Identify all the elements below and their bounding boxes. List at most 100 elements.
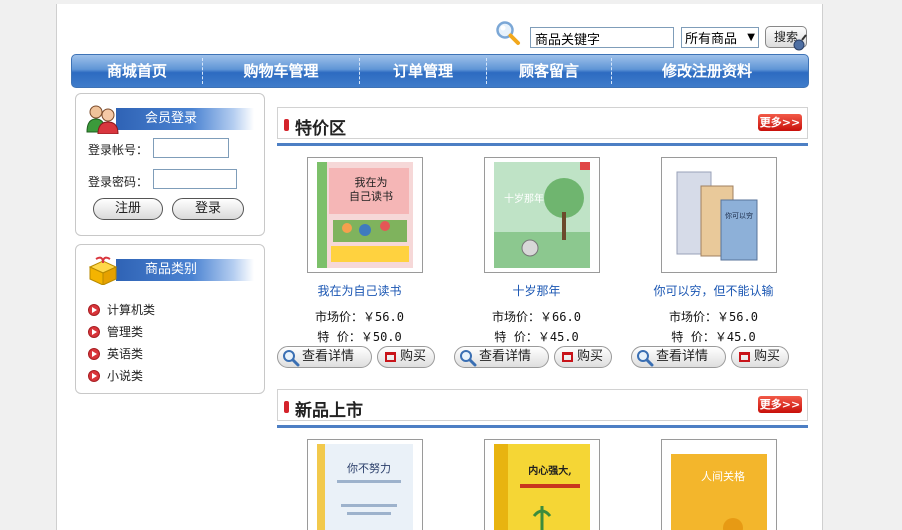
category-item-label: 管理类 <box>107 325 144 339</box>
category-item-label: 计算机类 <box>107 303 156 317</box>
special-price-label: 特 价： <box>317 330 361 344</box>
section-marker-icon <box>284 119 289 131</box>
product-cover-image: 十岁那年 <box>494 162 590 268</box>
view-details-label: 查看详情 <box>479 349 532 364</box>
login-button[interactable]: 登录 <box>172 198 244 220</box>
cover-title: 你可以穷 <box>725 211 753 220</box>
chevron-down-icon: ▼ <box>747 32 755 43</box>
product-name[interactable]: 十岁那年 <box>454 282 619 299</box>
special-price-line: 特 价：￥50.0 <box>277 328 442 345</box>
special-price-line: 特 价：￥45.0 <box>631 328 796 345</box>
product-card: 人间关格 <box>631 439 796 530</box>
category-item[interactable]: 计算机类 <box>88 301 155 318</box>
category-item[interactable]: 小说类 <box>88 367 143 384</box>
view-details-button[interactable]: 查看详情 <box>454 346 549 368</box>
account-input[interactable] <box>153 138 229 158</box>
product-cover-image: 我在为 自己读书 <box>317 162 413 268</box>
view-details-button[interactable]: 查看详情 <box>631 346 726 368</box>
market-price-label: 市场价： <box>669 310 718 324</box>
buy-button[interactable]: 购买 <box>377 346 435 368</box>
product-cover-frame[interactable]: 人间关格 <box>661 439 777 530</box>
product-cover-frame[interactable]: 十岁那年 <box>484 157 600 273</box>
category-panel-header: 商品类别 <box>86 255 254 285</box>
product-card: 你不努力 <box>277 439 442 530</box>
nav-item-cart[interactable]: 购物车管理 <box>203 55 359 87</box>
specials-title: 特价区 <box>295 119 346 139</box>
category-item[interactable]: 管理类 <box>88 323 143 340</box>
search-button-icon <box>793 34 807 51</box>
market-price-line: 市场价：￥66.0 <box>454 308 619 325</box>
category-item-label: 英语类 <box>107 347 144 361</box>
specials-more-button[interactable]: 更多>> <box>758 114 802 131</box>
nav-item-messages[interactable]: 顾客留言 <box>487 55 611 87</box>
product-card: 我在为 自己读书 我在为自己读书 市场价：￥56.0 特 价：￥50.0 查看详… <box>277 157 442 369</box>
market-price-label: 市场价： <box>492 310 541 324</box>
arrow-bullet-icon <box>88 303 100 316</box>
product-cover-frame[interactable]: 你可以穷 <box>661 157 777 273</box>
product-card: 你可以穷 你可以穷，但不能认输 市场价：￥56.0 特 价：￥45.0 查看详情… <box>631 157 796 369</box>
buy-label: 购买 <box>400 349 427 364</box>
market-price-value: ￥56.0 <box>717 310 758 324</box>
main-nav: 商城首页 购物车管理 订单管理 顾客留言 修改注册资料 <box>71 54 809 88</box>
buy-button[interactable]: 购买 <box>554 346 612 368</box>
view-details-label: 查看详情 <box>302 349 355 364</box>
section-divider <box>277 425 808 428</box>
market-price-label: 市场价： <box>315 310 364 324</box>
new-arrivals-more-button[interactable]: 更多>> <box>758 396 802 413</box>
account-label: 登录帐号： <box>88 143 149 157</box>
market-price-value: ￥66.0 <box>540 310 581 324</box>
magnifier-icon <box>283 350 300 367</box>
product-cover-frame[interactable]: 内心强大, <box>484 439 600 530</box>
login-panel-header: 会员登录 <box>86 104 254 134</box>
cart-icon <box>562 352 573 362</box>
special-price-label: 特 价： <box>494 330 538 344</box>
cart-icon <box>385 352 396 362</box>
view-details-label: 查看详情 <box>656 349 709 364</box>
product-name[interactable]: 我在为自己读书 <box>277 282 442 299</box>
magnifier-icon <box>460 350 477 367</box>
new-arrivals-section-header: 新品上市 更多>> <box>277 389 808 421</box>
market-price-line: 市场价：￥56.0 <box>631 308 796 325</box>
nav-item-edit-profile[interactable]: 修改注册资料 <box>612 55 802 87</box>
view-details-button[interactable]: 查看详情 <box>277 346 372 368</box>
category-select-value: 所有商品 <box>685 32 738 47</box>
nav-item-orders[interactable]: 订单管理 <box>360 55 486 87</box>
product-cover-frame[interactable]: 我在为 自己读书 <box>307 157 423 273</box>
special-price-value: ￥50.0 <box>360 330 402 344</box>
search-magnifier-icon <box>496 21 520 45</box>
product-name[interactable]: 你可以穷，但不能认输 <box>631 282 796 299</box>
new-arrivals-title: 新品上市 <box>295 401 363 421</box>
arrow-bullet-icon <box>88 347 100 360</box>
cover-title: 内心强大, <box>528 464 571 477</box>
category-panel-title: 商品类别 <box>144 262 197 277</box>
category-select[interactable]: 所有商品 ▼ <box>681 27 759 48</box>
search-keyword-input[interactable]: 商品关键字 <box>530 27 674 48</box>
special-price-line: 特 价：￥45.0 <box>454 328 619 345</box>
cover-title-2: 自己读书 <box>349 189 393 203</box>
special-price-label: 特 价： <box>671 330 715 344</box>
product-cover-frame[interactable]: 你不努力 <box>307 439 423 530</box>
users-icon <box>86 105 119 134</box>
product-cover-image: 内心强大, <box>494 444 590 530</box>
arrow-bullet-icon <box>88 369 100 382</box>
cover-title: 十岁那年 <box>504 192 544 205</box>
product-cover-image: 你可以穷 <box>671 162 767 268</box>
market-price-line: 市场价：￥56.0 <box>277 308 442 325</box>
buy-label: 购买 <box>754 349 781 364</box>
product-card: 十岁那年 十岁那年 市场价：￥66.0 特 价：￥45.0 查看详情 购买 <box>454 157 619 369</box>
buy-label: 购买 <box>577 349 604 364</box>
buy-button[interactable]: 购买 <box>731 346 789 368</box>
category-item[interactable]: 英语类 <box>88 345 143 362</box>
password-input[interactable] <box>153 169 237 189</box>
gift-box-icon <box>88 256 118 285</box>
category-item-label: 小说类 <box>107 369 144 383</box>
store-page: 商品关键字 所有商品 ▼ 搜索 商城首页 购物车管理 订单管理 顾客留言 修改注… <box>56 4 823 530</box>
product-cover-image: 人间关格 <box>671 444 767 530</box>
magnifier-icon <box>637 350 654 367</box>
cover-title-1: 我在为 <box>355 176 388 189</box>
nav-item-home[interactable]: 商城首页 <box>72 55 202 87</box>
section-marker-icon <box>284 401 289 413</box>
register-button[interactable]: 注册 <box>93 198 163 220</box>
password-label: 登录密码： <box>88 175 149 189</box>
cover-title: 你不努力 <box>347 461 391 475</box>
